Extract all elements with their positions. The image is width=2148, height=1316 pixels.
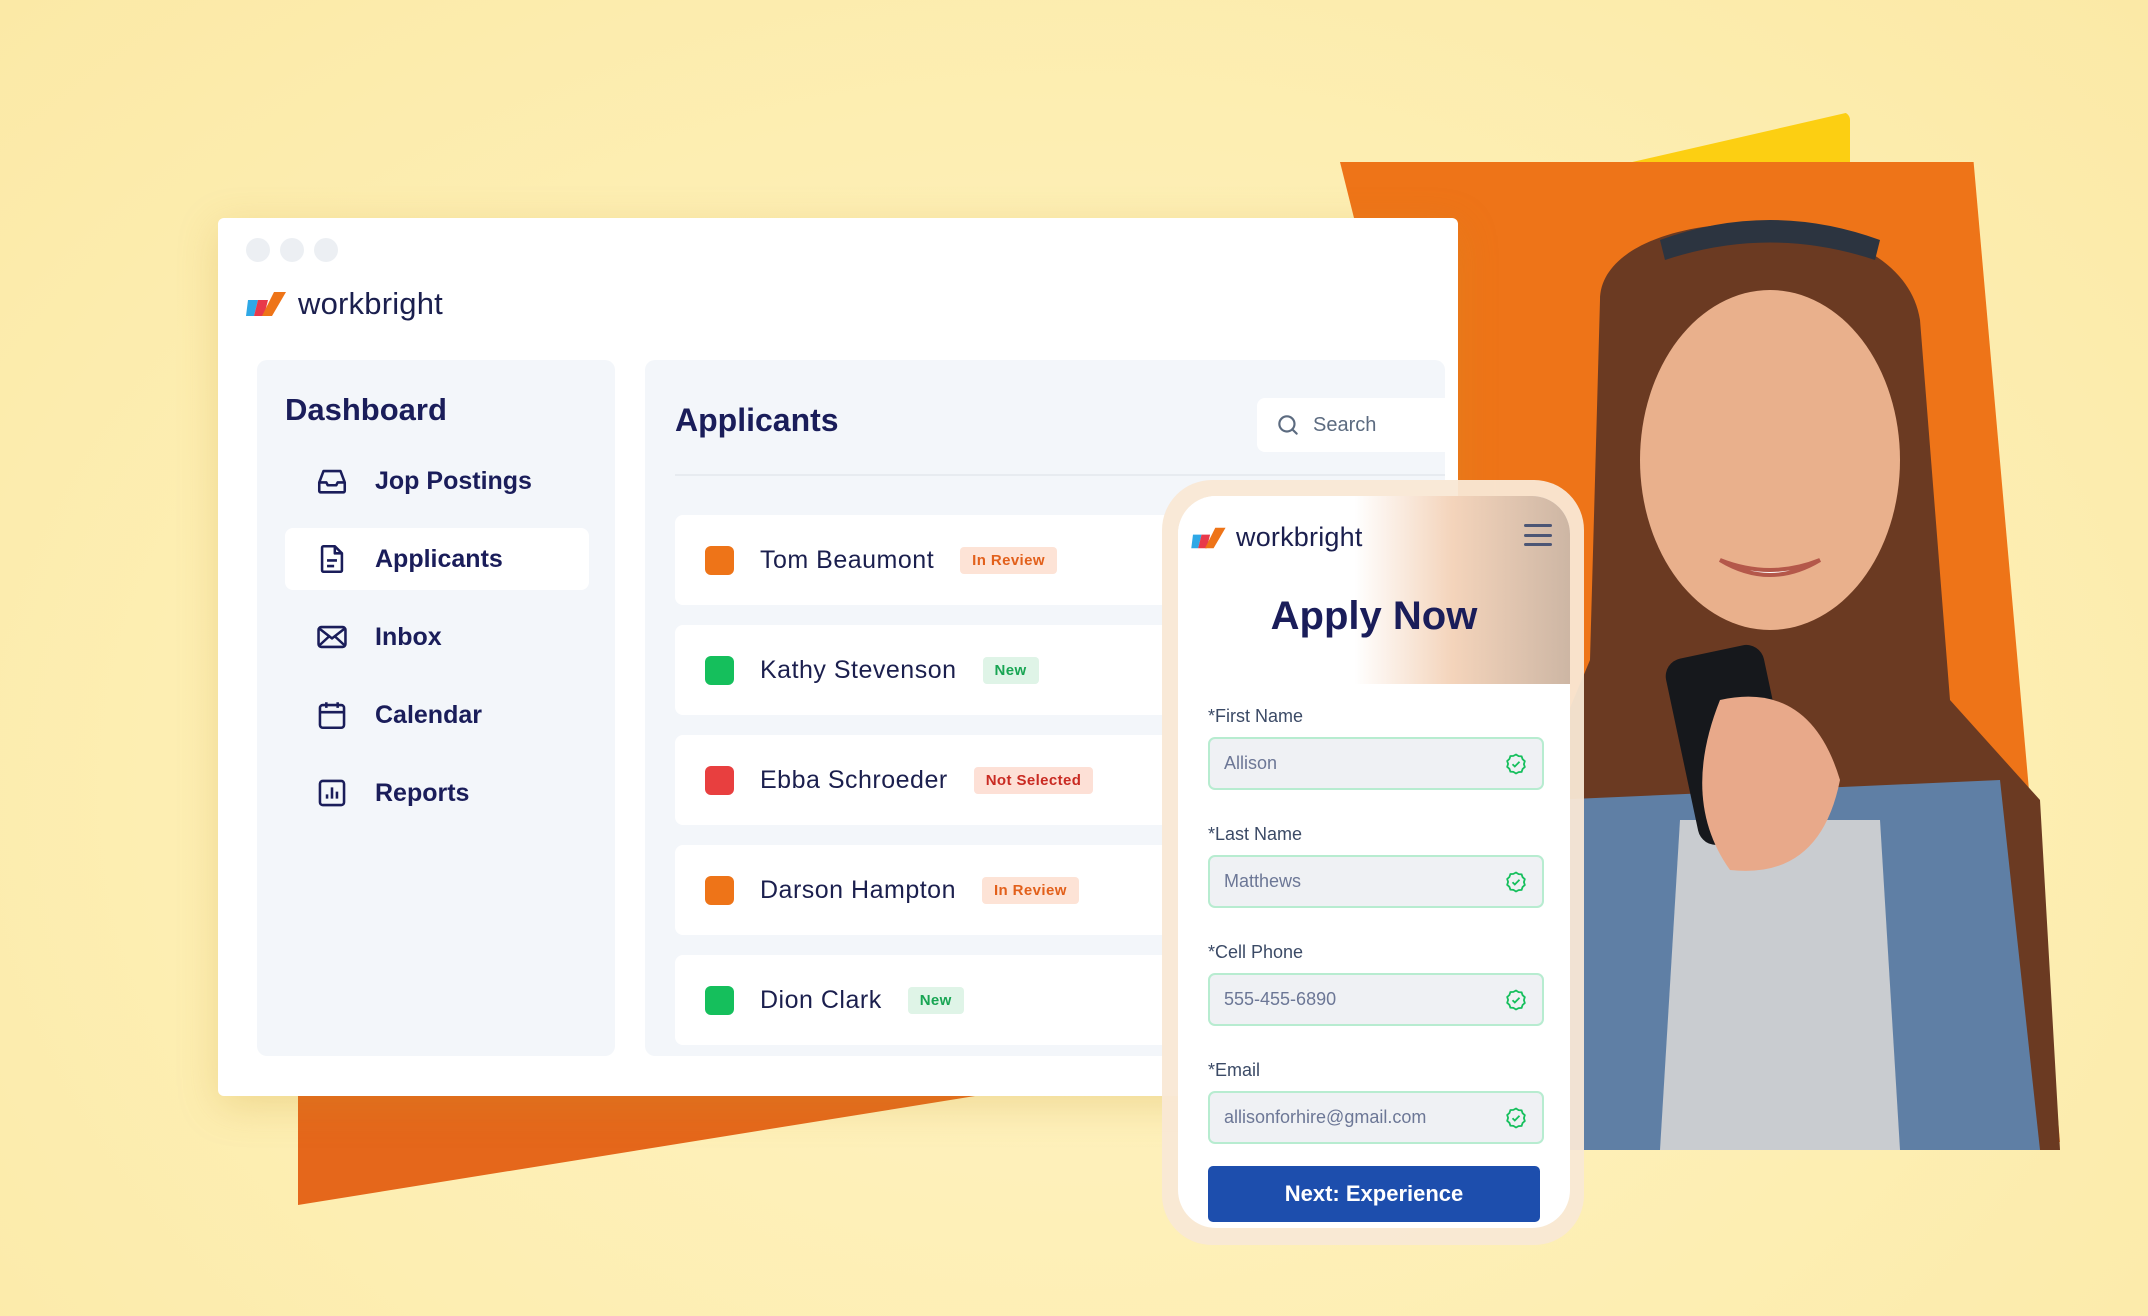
mail-icon xyxy=(317,625,347,649)
page-title: Applicants xyxy=(675,402,839,438)
applicant-name: Ebba Schroeder xyxy=(760,765,948,794)
window-dot-close[interactable] xyxy=(246,238,270,262)
applicant-name: Darson Hampton xyxy=(760,875,956,904)
cell-phone-label: *Cell Phone xyxy=(1208,942,1304,962)
calendar-icon xyxy=(318,702,346,730)
status-indicator xyxy=(705,655,734,685)
applicant-name: Kathy Stevenson xyxy=(760,655,957,684)
document-icon xyxy=(320,544,344,574)
sidebar-item-calendar[interactable]: Calendar xyxy=(285,684,589,746)
phone-screen: workbright Apply Now *First Name Allison… xyxy=(1178,496,1570,1228)
first-name-field[interactable]: Allison xyxy=(1208,737,1544,790)
field-value: Allison xyxy=(1224,753,1278,773)
divider xyxy=(675,474,1445,476)
sidebar-title[interactable]: Dashboard xyxy=(285,392,447,428)
sidebar-item-applicants[interactable]: Applicants xyxy=(285,528,589,590)
status-badge: New xyxy=(982,656,1039,684)
brand-logo[interactable]: workbright xyxy=(246,286,443,322)
window-dot-minimize[interactable] xyxy=(280,238,304,262)
last-name-label: *Last Name xyxy=(1208,824,1303,844)
field-value: 555-455-6890 xyxy=(1224,989,1337,1009)
search-placeholder: Search xyxy=(1313,413,1377,436)
search-input[interactable]: Search xyxy=(1257,398,1457,452)
status-badge: In Review xyxy=(960,546,1057,574)
sidebar-item-label: Applicants xyxy=(375,544,503,573)
first-name-label: *First Name xyxy=(1208,706,1304,726)
shirt-shape xyxy=(1660,820,1900,1150)
inbox-tray-icon xyxy=(317,469,347,494)
status-indicator xyxy=(705,875,734,905)
sidebar: Dashboard Jop Postings Applicants Inbox xyxy=(257,360,615,1056)
status-indicator xyxy=(705,545,734,575)
email-field[interactable]: allisonforhire@gmail.com xyxy=(1208,1091,1544,1144)
field-value: Matthews xyxy=(1224,871,1302,891)
bar-chart-icon xyxy=(318,779,346,807)
sidebar-item-label: Reports xyxy=(375,778,470,807)
check-badge-icon xyxy=(1506,1106,1526,1129)
last-name-field[interactable]: Matthews xyxy=(1208,855,1544,908)
phone-brand-logo[interactable]: workbright xyxy=(1191,522,1363,553)
check-badge-icon xyxy=(1506,752,1526,775)
applicant-name: Dion Clark xyxy=(760,985,882,1014)
check-badge-icon xyxy=(1506,988,1526,1011)
sidebar-item-reports[interactable]: Reports xyxy=(285,762,589,824)
sidebar-item-label: Inbox xyxy=(375,622,442,651)
email-label: *Email xyxy=(1208,1060,1261,1080)
sidebar-item-job-postings[interactable]: Jop Postings xyxy=(285,450,589,512)
sidebar-item-label: Jop Postings xyxy=(375,466,532,495)
sidebar-item-inbox[interactable]: Inbox xyxy=(285,606,589,668)
face-shape xyxy=(1640,290,1900,630)
application-form: *First Name Allison *Last Name Matthews … xyxy=(1208,706,1544,1178)
sidebar-nav: Jop Postings Applicants Inbox Calendar R… xyxy=(285,450,589,840)
status-indicator xyxy=(705,985,734,1015)
brand-name: workbright xyxy=(1236,522,1363,552)
apply-title: Apply Now xyxy=(1270,594,1478,638)
status-badge: In Review xyxy=(981,876,1079,904)
workbright-logo-icon xyxy=(246,292,286,316)
search-icon xyxy=(1278,415,1298,435)
window-dot-maximize[interactable] xyxy=(314,238,338,262)
hamburger-menu-icon[interactable] xyxy=(1524,524,1552,546)
field-value: allisonforhire@gmail.com xyxy=(1224,1107,1427,1127)
applicant-name: Tom Beaumont xyxy=(760,545,935,574)
window-controls xyxy=(246,238,338,262)
status-indicator xyxy=(705,765,734,795)
sidebar-item-label: Calendar xyxy=(375,700,482,729)
status-badge: New xyxy=(907,986,964,1014)
cell-phone-field[interactable]: 555-455-6890 xyxy=(1208,973,1544,1026)
next-experience-button[interactable]: Next: Experience xyxy=(1208,1166,1540,1222)
check-badge-icon xyxy=(1506,870,1526,893)
brand-name: workbright xyxy=(298,286,443,321)
status-badge: Not Selected xyxy=(973,766,1094,794)
workbright-logo-icon xyxy=(1191,527,1226,548)
